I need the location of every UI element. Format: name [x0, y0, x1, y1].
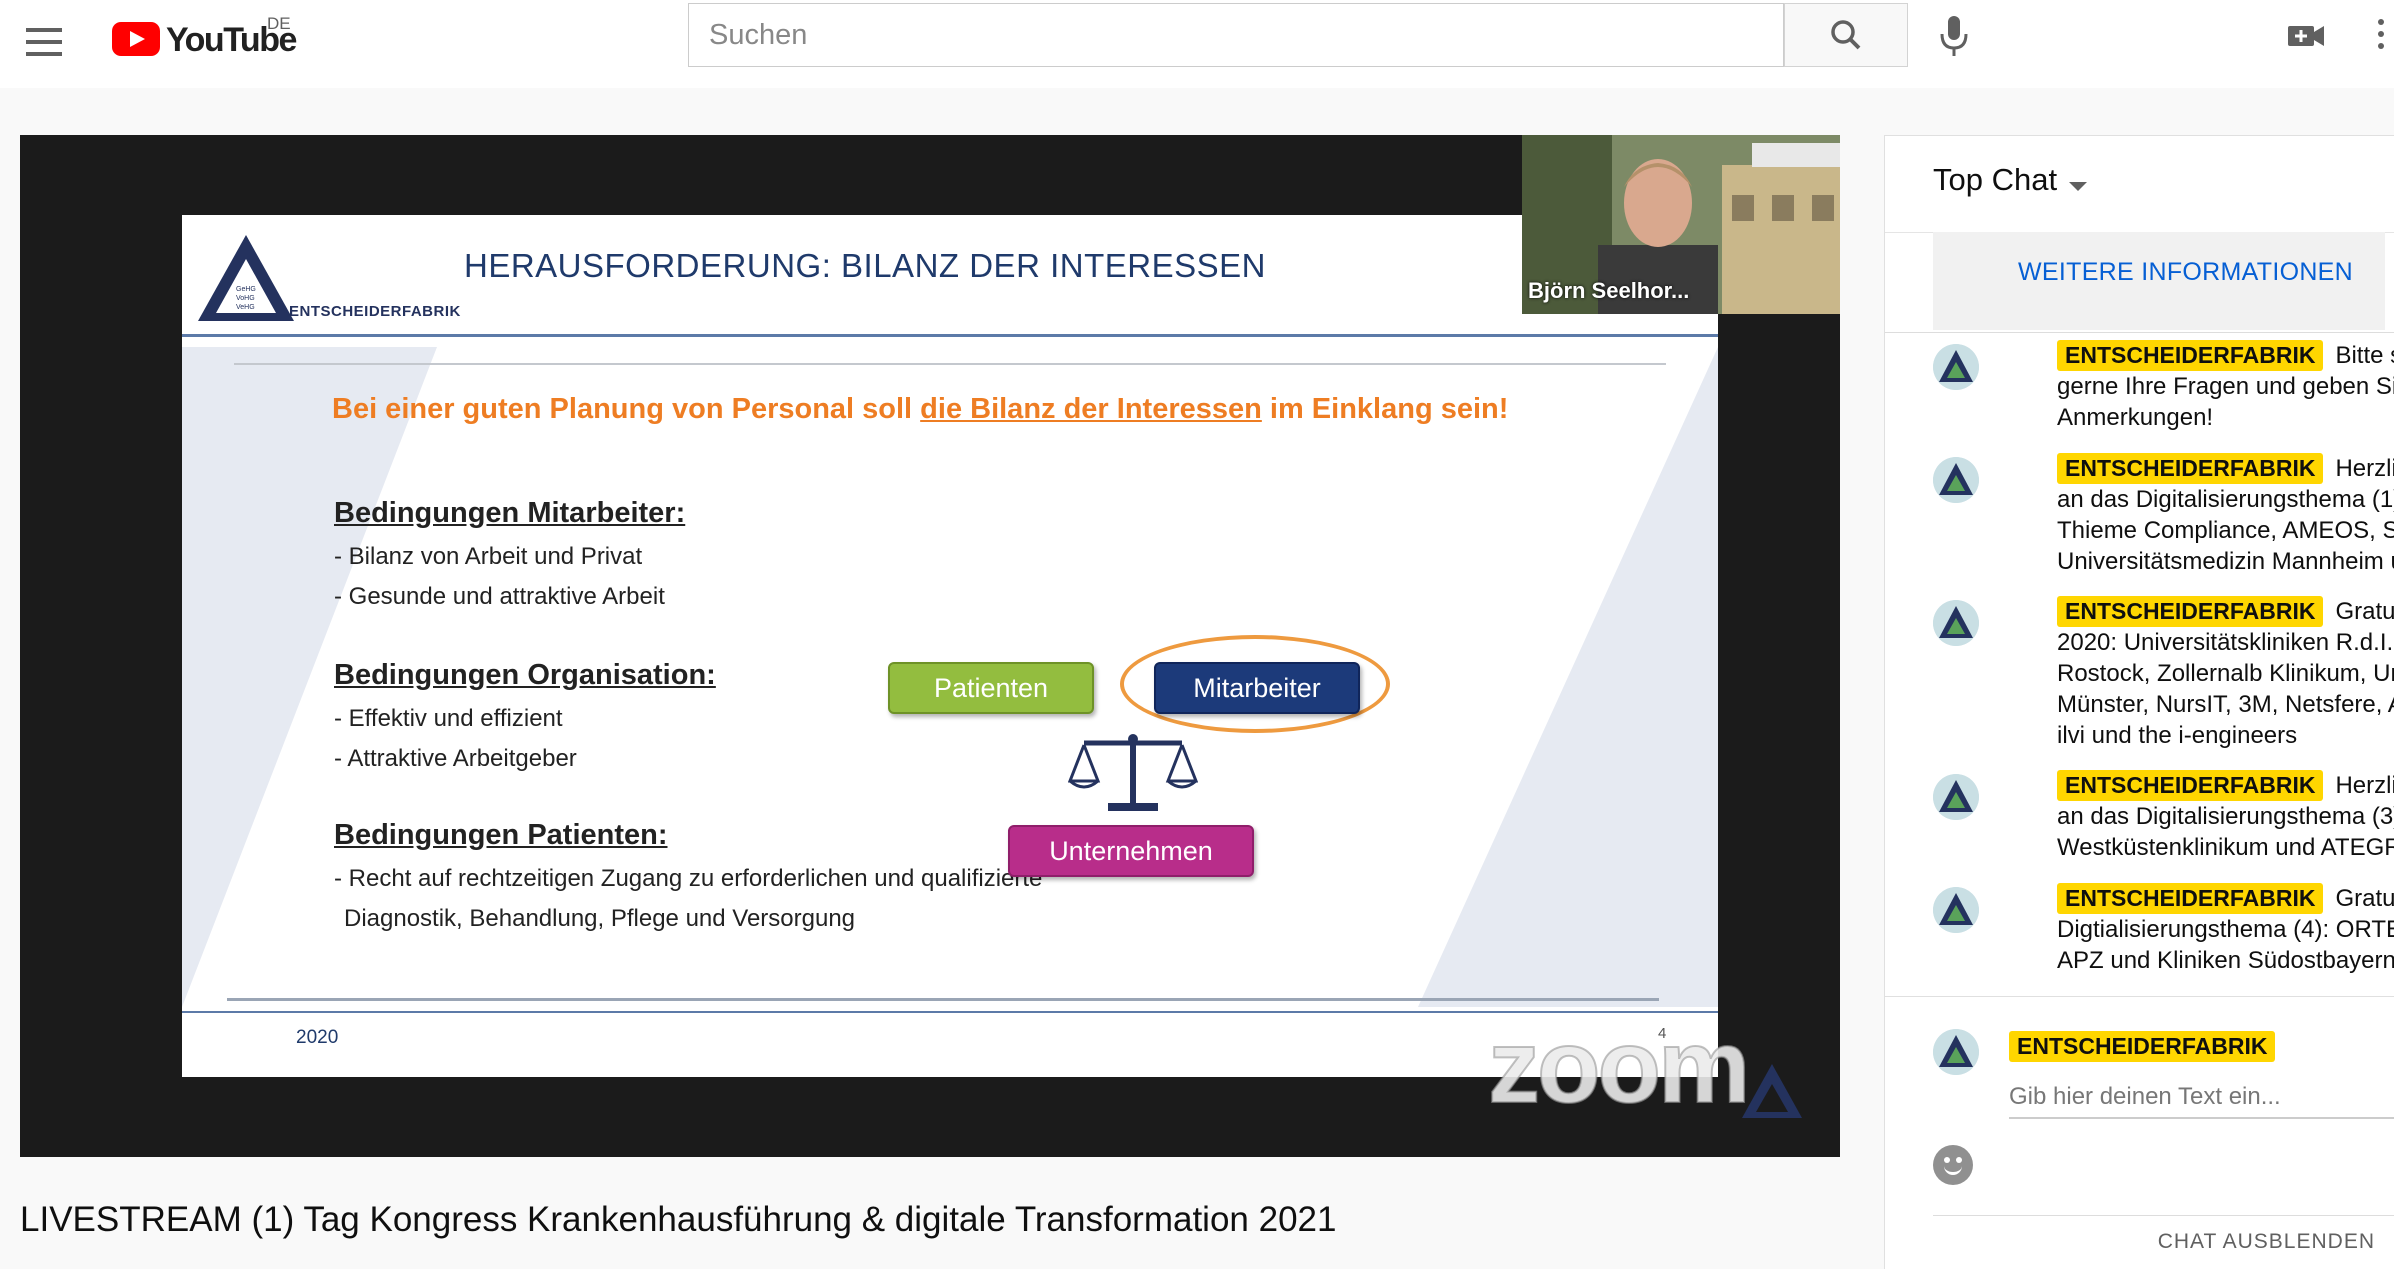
zoom-logo-triangle — [1742, 1064, 1802, 1118]
message-text: ENTSCHEIDERFABRIK Gratulatio Digtialisier… — [2057, 883, 2394, 976]
presentation-slide: GeHG VoHG VeHG ENTSCHEIDERFABRIK HERAUSF… — [182, 215, 1718, 1077]
message-line: an das Digitalisierungsthema (3): M — [2057, 803, 2394, 830]
message-author[interactable]: ENTSCHEIDERFABRIK — [2057, 883, 2324, 914]
zoom-watermark: zoom — [1487, 1009, 1752, 1125]
masthead: YouTube DE Suchen — [0, 0, 2394, 88]
message-line: Universitätsmedizin Mannheim und — [2057, 548, 2394, 575]
message-line: Münster, NursIT, 3M, Netsfere, Alph — [2057, 691, 2394, 718]
participant-name: Björn Seelhor... — [1528, 278, 1690, 303]
section-item: - Attraktive Arbeitgeber — [334, 745, 577, 772]
svg-text:GeHG: GeHG — [236, 286, 256, 293]
section-heading: Bedingungen Organisation: — [334, 659, 716, 691]
balance-scale-icon — [1068, 734, 1198, 811]
more-info-button[interactable]: WEITERE INFORMATIONEN — [1933, 258, 2385, 287]
message-author[interactable]: ENTSCHEIDERFABRIK — [2057, 340, 2324, 371]
menu-icon[interactable] — [22, 20, 66, 64]
slide-headline: Bei einer guten Planung von Personal sol… — [332, 393, 1508, 426]
message-line: Thieme Compliance, AMEOS, St. V — [2057, 517, 2394, 544]
chat-banner: WEITERE INFORMATIONEN — [1933, 232, 2385, 330]
diagram-box-unternehmen: Unternehmen — [1008, 825, 1254, 877]
message-line: 2020: Universitätskliniken R.d.I. , M — [2057, 629, 2394, 656]
section-heading: Bedingungen Mitarbeiter: — [334, 497, 686, 529]
message-line: Digtialisierungsthema (4): ORTEC I — [2057, 916, 2394, 943]
chat-header: Top Chat — [1885, 136, 2394, 233]
chat-input-area: ENTSCHEIDERFABRIK Gib hier deinen Text e… — [1885, 996, 2394, 1269]
section-item: Diagnostik, Behandlung, Pflege und Verso… — [344, 905, 856, 932]
author-avatar[interactable] — [1933, 887, 1979, 933]
section-item: - Effektiv und effizient — [334, 705, 563, 732]
section-item: - Recht auf rechtzeitigen Zugang zu erfo… — [334, 865, 1043, 892]
slide-year: 2020 — [296, 1027, 339, 1048]
search-input[interactable]: Suchen — [688, 3, 1784, 67]
slide-title: HERAUSFORDERUNG: BILANZ DER INTERESSEN — [464, 247, 1266, 284]
headline-text: im Einklang sein! — [1261, 393, 1509, 425]
message-line: an das Digitalisierungsthema (1): D — [2057, 486, 2394, 513]
message-line: ilvi und the i-engineers — [2057, 722, 2298, 749]
youtube-play-icon — [112, 22, 160, 56]
slide-divider — [227, 998, 1659, 1001]
message-line: Westküstenklinikum und ATEGRIS — [2057, 834, 2394, 861]
message-line: Rostock, Zollernalb Klinikum, Unive — [2057, 660, 2394, 687]
slide-divider — [182, 334, 1718, 337]
message-line: Gratulatio — [2335, 885, 2394, 912]
chat-divider — [1933, 1215, 2394, 1216]
message-line: Anmerkungen! — [2057, 404, 2214, 431]
message-text: ENTSCHEIDERFABRIK Herzliche an das Digita… — [2057, 770, 2394, 863]
author-avatar[interactable] — [1933, 774, 1979, 820]
slide-divider — [234, 363, 1666, 365]
svg-text:VeHG: VeHG — [236, 304, 255, 311]
chat-mode-selector[interactable]: Top Chat — [1933, 162, 2057, 198]
chat-message-input[interactable]: Gib hier deinen Text ein... — [2009, 1077, 2394, 1119]
more-vert-icon[interactable] — [2374, 14, 2388, 58]
svg-text:VoHG: VoHG — [236, 295, 255, 302]
search-icon — [1831, 20, 1861, 50]
video-player[interactable]: GeHG VoHG VeHG ENTSCHEIDERFABRIK HERAUSF… — [20, 135, 1840, 1157]
chat-divider — [1885, 332, 2394, 333]
message-text: ENTSCHEIDERFABRIK Gratulatio 2020: Univer… — [2057, 596, 2394, 751]
voice-search-button[interactable] — [1932, 12, 1976, 60]
headline-underlined: die Bilanz der Interessen — [920, 393, 1262, 425]
diagram-box-patienten: Patienten — [888, 662, 1094, 714]
more-dots — [2378, 19, 2384, 49]
section-item: - Gesunde und attraktive Arbeit — [334, 583, 665, 610]
message-author[interactable]: ENTSCHEIDERFABRIK — [2057, 453, 2324, 484]
slide-background-shape — [1418, 347, 1718, 1007]
chevron-down-icon[interactable] — [2069, 182, 2087, 191]
search-button[interactable] — [1784, 3, 1908, 67]
author-avatar[interactable] — [1933, 457, 1979, 503]
message-author[interactable]: ENTSCHEIDERFABRIK — [2057, 596, 2324, 627]
diagram-box-mitarbeiter: Mitarbeiter — [1154, 662, 1360, 714]
participant-video: Björn Seelhor... — [1522, 135, 1840, 314]
message-line: gerne Ihre Fragen und geben Sie Ih — [2057, 373, 2394, 400]
message-line: Gratulatio — [2335, 598, 2394, 625]
message-line: Herzliche — [2335, 772, 2394, 799]
message-line: Herzliche — [2335, 455, 2394, 482]
message-line: APZ und Kliniken Südostbayern — [2057, 947, 2394, 974]
create-button[interactable] — [2286, 18, 2326, 54]
video-title: LIVESTREAM (1) Tag Kongress Krankenhausf… — [20, 1200, 1337, 1239]
headline-text: Bei einer guten Planung von Personal sol… — [332, 393, 921, 425]
country-code: DE — [267, 14, 291, 33]
live-chat-panel: Top Chat WEITERE INFORMATIONEN ENTSCHEID… — [1884, 135, 2394, 1269]
mic-icon — [1940, 16, 1968, 56]
emoji-icon[interactable] — [1933, 1145, 1973, 1185]
hide-chat-button[interactable]: CHAT AUSBLENDEN — [2158, 1230, 2375, 1254]
message-text: ENTSCHEIDERFABRIK Herzliche an das Digita… — [2057, 453, 2394, 577]
message-text: ENTSCHEIDERFABRIK Bitte stell gerne Ihre … — [2057, 340, 2394, 433]
section-heading: Bedingungen Patienten: — [334, 819, 668, 851]
emoji-mouth — [1944, 1161, 1962, 1175]
create-video-icon — [2288, 26, 2324, 46]
author-avatar[interactable] — [1933, 344, 1979, 390]
author-avatar[interactable] — [1933, 600, 1979, 646]
message-author[interactable]: ENTSCHEIDERFABRIK — [2057, 770, 2324, 801]
user-avatar — [1933, 1029, 1979, 1075]
message-line: Bitte stell — [2335, 342, 2394, 369]
input-author-badge: ENTSCHEIDERFABRIK — [2009, 1031, 2287, 1062]
slide-logo-text: ENTSCHEIDERFABRIK — [289, 303, 461, 320]
section-item: - Bilanz von Arbeit und Privat — [334, 543, 643, 570]
input-author-name: ENTSCHEIDERFABRIK — [2009, 1031, 2276, 1062]
